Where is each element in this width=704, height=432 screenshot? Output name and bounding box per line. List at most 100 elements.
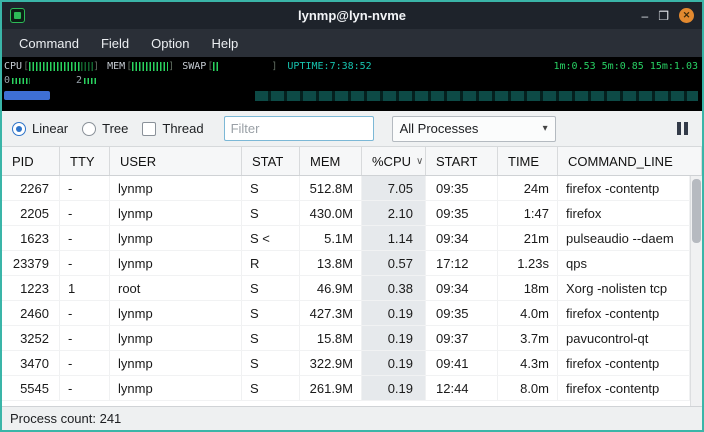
scrollbar-thumb[interactable] [692,179,701,243]
pause-button[interactable] [673,118,692,139]
maximize-button-icon[interactable]: ❐ [658,10,669,22]
thread-label: Thread [162,121,203,136]
menu-item-help[interactable]: Help [200,29,249,57]
cell-pid: 23379 [2,251,60,275]
minimize-button-icon[interactable]: – [642,10,649,22]
app-icon[interactable] [10,8,25,23]
cell-stat: R [242,251,300,275]
cell-command: qps [558,251,690,275]
window-title: lynmp@lyn-nvme [2,8,702,23]
graph-selection-handle[interactable] [4,91,50,100]
cell-mem: 322.9M [300,351,362,375]
system-meters: CPU [] MEM [] SWAP [] UPTIME:7:38:52 1m:… [2,57,702,111]
cell-pid: 1223 [2,276,60,300]
cell-mem: 5.1M [300,226,362,250]
thread-toggle[interactable]: Thread [142,121,203,136]
cell-stat: S [242,301,300,325]
table-row[interactable]: 5545-lynmpS261.9M0.1912:448.0mfirefox -c… [2,376,690,401]
cell-user: lynmp [110,301,242,325]
cell-mem: 46.9M [300,276,362,300]
cell-mem: 13.8M [300,251,362,275]
cpu-history-graph [255,91,698,101]
cell-tty: 1 [60,276,110,300]
column-header-start[interactable]: START [426,147,498,175]
column-header-mem[interactable]: MEM [300,147,362,175]
linear-radio[interactable] [12,122,26,136]
cell-start: 09:35 [426,176,498,200]
filter-input[interactable] [224,116,374,141]
column-header-cpu[interactable]: %CPU∨ [362,147,426,175]
cell-tty: - [60,301,110,325]
scrollbar[interactable] [690,176,702,406]
column-header-stat[interactable]: STAT [242,147,300,175]
table-row[interactable]: 2205-lynmpS430.0M2.1009:351:47firefox [2,201,690,226]
cell-stat: S [242,351,300,375]
process-filter-value: All Processes [400,121,479,136]
view-mode-linear[interactable]: Linear [12,121,68,136]
cell-command: firefox -contentp [558,176,690,200]
sort-desc-icon: ∨ [416,156,423,167]
column-label: COMMAND_LINE [568,154,673,169]
table-row[interactable]: 2460-lynmpS427.3M0.1909:354.0mfirefox -c… [2,301,690,326]
cell-mem: 430.0M [300,201,362,225]
table-row[interactable]: 1623-lynmpS <5.1M1.1409:3421mpulseaudio … [2,226,690,251]
cell-tty: - [60,201,110,225]
window-controls: – ❐ ✕ [642,8,694,23]
cell-user: lynmp [110,176,242,200]
controls-bar: Linear Tree Thread All Processes ▾ [2,111,702,147]
view-mode-tree[interactable]: Tree [82,121,128,136]
tree-radio[interactable] [82,122,96,136]
cell-pid: 2460 [2,301,60,325]
table-row[interactable]: 2267-lynmpS512.8M7.0509:3524mfirefox -co… [2,176,690,201]
cell-start: 17:12 [426,251,498,275]
cpu-meter-label: CPU [4,61,22,72]
cell-time: 4.3m [498,351,558,375]
process-count: Process count: 241 [10,411,121,426]
menu-bar: Command Field Option Help [2,29,702,57]
column-header-pid[interactable]: PID [2,147,60,175]
column-label: STAT [252,154,283,169]
cell-start: 09:35 [426,201,498,225]
cell-user: lynmp [110,226,242,250]
cell-user: lynmp [110,351,242,375]
cell-command: Xorg -nolisten tcp [558,276,690,300]
table-body: 2267-lynmpS512.8M7.0509:3524mfirefox -co… [2,176,690,406]
bracket: ] [168,61,174,72]
meter-line: CPU [] MEM [] SWAP [] UPTIME:7:38:52 1m:… [4,59,700,73]
cell-command: firefox -contentp [558,376,690,400]
cell-time: 3.7m [498,326,558,350]
cell-command: firefox [558,201,690,225]
chevron-down-icon: ▾ [543,123,548,134]
menu-item-command[interactable]: Command [8,29,90,57]
column-header-command-line[interactable]: COMMAND_LINE [558,147,702,175]
uptime-value: 7:38:52 [330,61,372,72]
table-row[interactable]: 23379-lynmpR13.8M0.5717:121.23sqps [2,251,690,276]
thread-checkbox[interactable] [142,122,156,136]
menu-item-option[interactable]: Option [140,29,200,57]
cell-start: 09:41 [426,351,498,375]
column-label: START [436,154,477,169]
cell-stat: S [242,326,300,350]
process-table: PID TTY USER STAT MEM %CPU∨ START TIME C… [2,147,702,406]
column-header-user[interactable]: USER [110,147,242,175]
cell-start: 09:34 [426,226,498,250]
table-header: PID TTY USER STAT MEM %CPU∨ START TIME C… [2,147,702,176]
cell-time: 1:47 [498,201,558,225]
cell-start: 09:35 [426,301,498,325]
core-meter-2: 2 [76,75,96,86]
column-header-tty[interactable]: TTY [60,147,110,175]
process-filter-select[interactable]: All Processes ▾ [392,116,556,142]
table-row[interactable]: 3470-lynmpS322.9M0.1909:414.3mfirefox -c… [2,351,690,376]
cell-cpu: 0.19 [362,351,426,375]
cell-command: pulseaudio --daem [558,226,690,250]
cell-start: 09:34 [426,276,498,300]
column-header-time[interactable]: TIME [498,147,558,175]
cell-time: 24m [498,176,558,200]
menu-item-field[interactable]: Field [90,29,140,57]
table-row[interactable]: 12231rootS46.9M0.3809:3418mXorg -noliste… [2,276,690,301]
close-button-icon[interactable]: ✕ [679,8,694,23]
cell-command: pavucontrol-qt [558,326,690,350]
cell-tty: - [60,176,110,200]
table-row[interactable]: 3252-lynmpS15.8M0.1909:373.7mpavucontrol… [2,326,690,351]
cell-user: lynmp [110,201,242,225]
